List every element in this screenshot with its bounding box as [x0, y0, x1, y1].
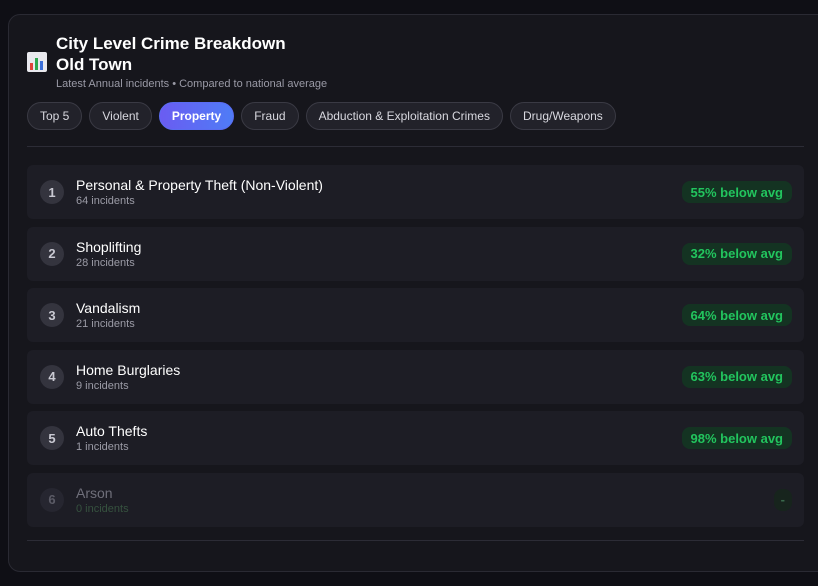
list-item[interactable]: 5 Auto Thefts 1 incidents 98% below avg — [27, 411, 804, 466]
incident-count: 28 incidents — [76, 256, 135, 269]
incident-count: 21 incidents — [76, 318, 135, 331]
tab-property[interactable]: Property — [158, 102, 235, 130]
rank-badge: 5 — [40, 426, 64, 451]
page-subtitle: Latest Annual incidents • Compared to na… — [56, 78, 328, 90]
incident-count: 1 incidents — [76, 441, 129, 454]
comparison-badge: 32% below avg — [681, 242, 792, 265]
comparison-badge: 63% below avg — [681, 365, 792, 388]
crime-breakdown-card: City Level Crime Breakdown Old Town Late… — [8, 14, 818, 572]
comparison-badge: - — [773, 488, 792, 511]
card-header: City Level Crime Breakdown Old Town Late… — [27, 33, 327, 90]
rank-badge: 2 — [40, 241, 64, 266]
crime-name: Auto Thefts — [76, 423, 148, 440]
list-item[interactable]: 6 Arson 0 incidents - — [27, 472, 804, 527]
rank-badge: 3 — [40, 303, 64, 328]
tab-drug-weapons[interactable]: Drug/Weapons — [509, 102, 616, 130]
crime-name: Vandalism — [76, 300, 141, 317]
comparison-badge: 64% below avg — [681, 304, 792, 327]
tab-abduction-exploitation[interactable]: Abduction & Exploitation Crimes — [305, 102, 503, 130]
crime-name: Home Burglaries — [76, 361, 181, 378]
category-tabs: Top 5 Violent Property Fraud Abduction &… — [27, 102, 616, 130]
rank-badge: 4 — [40, 364, 64, 389]
list-bottom-divider — [27, 540, 804, 541]
crime-list: 1 Personal & Property Theft (Non-Violent… — [27, 165, 804, 535]
crime-name: Shoplifting — [76, 238, 142, 255]
rank-badge: 6 — [40, 487, 64, 512]
tab-top-5[interactable]: Top 5 — [27, 102, 83, 130]
incident-count: 0 incidents — [76, 502, 129, 515]
page-title: City Level Crime Breakdown — [56, 34, 286, 53]
comparison-badge: 55% below avg — [681, 181, 792, 203]
tab-fraud[interactable]: Fraud — [241, 102, 299, 130]
crime-name: Personal & Property Theft (Non-Violent) — [76, 177, 323, 193]
list-item[interactable]: 3 Vandalism 21 incidents 64% below avg — [27, 288, 804, 343]
location-title: Old Town — [56, 55, 133, 74]
list-item[interactable]: 2 Shoplifting 28 incidents 32% below avg — [27, 226, 804, 281]
bar-chart-icon — [27, 51, 47, 72]
tab-violent[interactable]: Violent — [89, 102, 152, 130]
list-item[interactable]: 1 Personal & Property Theft (Non-Violent… — [27, 165, 804, 219]
incident-count: 9 incidents — [76, 379, 129, 392]
comparison-badge: 98% below avg — [681, 427, 792, 450]
tabs-divider — [27, 146, 804, 147]
crime-name: Arson — [76, 484, 113, 501]
incident-count: 64 incidents — [76, 195, 135, 207]
rank-badge: 1 — [40, 180, 64, 204]
list-item[interactable]: 4 Home Burglaries 9 incidents 63% below … — [27, 349, 804, 404]
